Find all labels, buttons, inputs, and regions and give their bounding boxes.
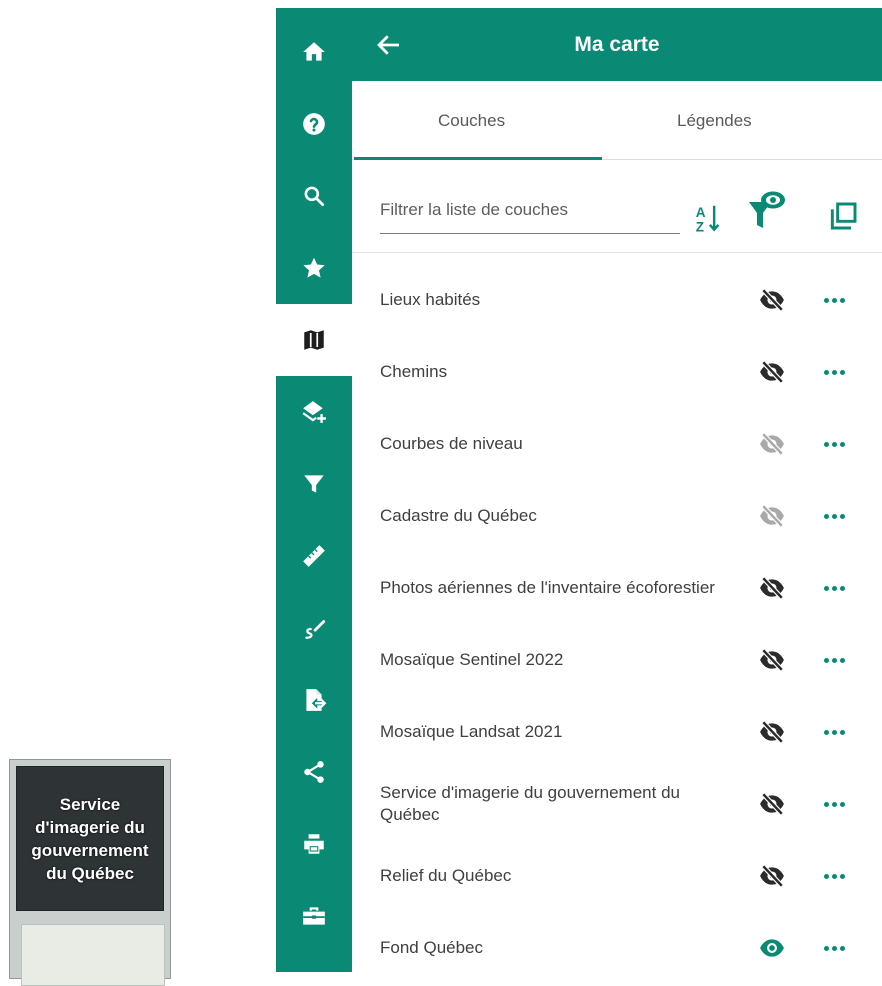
sidebar-item-print[interactable] [276, 808, 352, 880]
basemap-tile-imagerie[interactable]: Service d'imagerie du gouvernement du Qu… [16, 766, 164, 911]
layer-name: Relief du Québec [380, 866, 512, 885]
toolbox-icon [303, 907, 325, 925]
sidebar-item-filter[interactable] [276, 448, 352, 520]
basemap-label: Service d'imagerie du gouvernement du Qu… [31, 794, 149, 883]
basemap-thumbnail[interactable]: Service d'imagerie du gouvernement du Qu… [9, 759, 171, 986]
more-options-icon[interactable] [824, 295, 854, 305]
map-icon [304, 330, 324, 350]
sidebar-item-help[interactable] [276, 88, 352, 160]
layer-name: Cadastre du Québec [380, 506, 537, 525]
layer-name: Photos aériennes de l'inventaire écofore… [380, 578, 715, 597]
more-options-icon[interactable] [824, 439, 854, 449]
panel-header: Ma carte [352, 8, 882, 81]
layer-name: Mosaïque Sentinel 2022 [380, 650, 564, 669]
add-layer-icon [302, 401, 326, 423]
visibility-eye-icon[interactable] [756, 935, 788, 961]
layer-name: Chemins [380, 362, 448, 381]
sort-az-icon[interactable]: A Z [695, 202, 721, 234]
visibility-eye-off-icon[interactable] [756, 503, 788, 529]
tab-couches[interactable]: Couches [438, 111, 505, 131]
more-options-icon[interactable] [824, 727, 854, 737]
visibility-eye-off-icon[interactable] [756, 359, 788, 385]
layer-name: Mosaïque Landsat 2021 [380, 722, 563, 741]
app-window: Ma carte Couches Légendes A Z [276, 8, 882, 972]
layer-row[interactable]: Mosaïque Sentinel 2022 [352, 624, 882, 696]
sidebar-item-favorites[interactable] [276, 232, 352, 304]
more-options-icon[interactable] [824, 367, 854, 377]
layer-row[interactable]: Fond Québec [352, 912, 882, 984]
panel-tabs: Couches Légendes [352, 81, 882, 160]
layer-name: Fond Québec [380, 938, 484, 957]
share-icon [304, 761, 324, 783]
sidebar-item-export[interactable] [276, 664, 352, 736]
visibility-eye-off-icon[interactable] [756, 791, 788, 817]
layer-row[interactable]: Service d'imagerie du gouvernement du Qu… [352, 768, 882, 840]
star-icon [303, 257, 325, 278]
home-icon [303, 42, 325, 61]
layer-filter-input[interactable] [380, 193, 680, 234]
more-options-icon[interactable] [824, 511, 854, 521]
help-icon [303, 113, 325, 135]
sidebar-item-add-layer[interactable] [276, 376, 352, 448]
basemap-tile-secondary[interactable] [21, 924, 165, 986]
visibility-eye-off-icon[interactable] [756, 647, 788, 673]
sidebar-item-measure[interactable] [276, 520, 352, 592]
sidebar-item-my-map[interactable] [276, 304, 352, 376]
collapse-all-icon[interactable] [827, 200, 859, 232]
ruler-icon [303, 545, 325, 567]
filter-icon [304, 475, 324, 493]
more-options-icon[interactable] [824, 583, 854, 593]
panel-title: Ma carte [574, 33, 660, 56]
my-map-panel: Ma carte Couches Légendes A Z [352, 8, 882, 972]
visible-layers-filter-icon[interactable] [747, 188, 787, 232]
print-icon [304, 834, 324, 854]
more-options-icon[interactable] [824, 655, 854, 665]
sidebar-item-draw[interactable] [276, 592, 352, 664]
layer-row[interactable]: Courbes de niveau [352, 408, 882, 480]
sidebar-item-home[interactable] [276, 16, 352, 88]
tab-legendes[interactable]: Légendes [677, 111, 752, 131]
layer-row[interactable]: Relief du Québec [352, 840, 882, 912]
visibility-eye-off-icon[interactable] [756, 575, 788, 601]
more-options-icon[interactable] [824, 943, 854, 953]
layer-row[interactable]: Mosaïque Landsat 2021 [352, 696, 882, 768]
layer-row[interactable]: Cadastre du Québec [352, 480, 882, 552]
draw-icon [305, 620, 326, 639]
svg-text:A: A [696, 205, 706, 220]
more-options-icon[interactable] [824, 871, 854, 881]
search-icon [304, 186, 325, 207]
sidebar-item-tools[interactable] [276, 880, 352, 952]
visibility-eye-off-icon[interactable] [756, 863, 788, 889]
layer-row[interactable]: Photos aériennes de l'inventaire écofore… [352, 552, 882, 624]
sidebar-item-search[interactable] [276, 160, 352, 232]
more-options-icon[interactable] [824, 799, 854, 809]
visibility-eye-off-icon[interactable] [756, 431, 788, 457]
layer-row[interactable]: Chemins [352, 336, 882, 408]
sidebar-item-share[interactable] [276, 736, 352, 808]
visibility-eye-off-icon[interactable] [756, 719, 788, 745]
visibility-eye-off-icon[interactable] [756, 287, 788, 313]
layer-name: Lieux habités [380, 290, 481, 309]
layer-name: Service d'imagerie du gouvernement du Qu… [380, 783, 680, 824]
layer-name: Courbes de niveau [380, 434, 523, 453]
layer-row[interactable]: Lieux habités [352, 264, 882, 336]
filter-toolbar: A Z [352, 160, 882, 253]
sidebar [276, 8, 352, 972]
export-file-icon [306, 689, 327, 711]
svg-text:Z: Z [696, 220, 704, 234]
